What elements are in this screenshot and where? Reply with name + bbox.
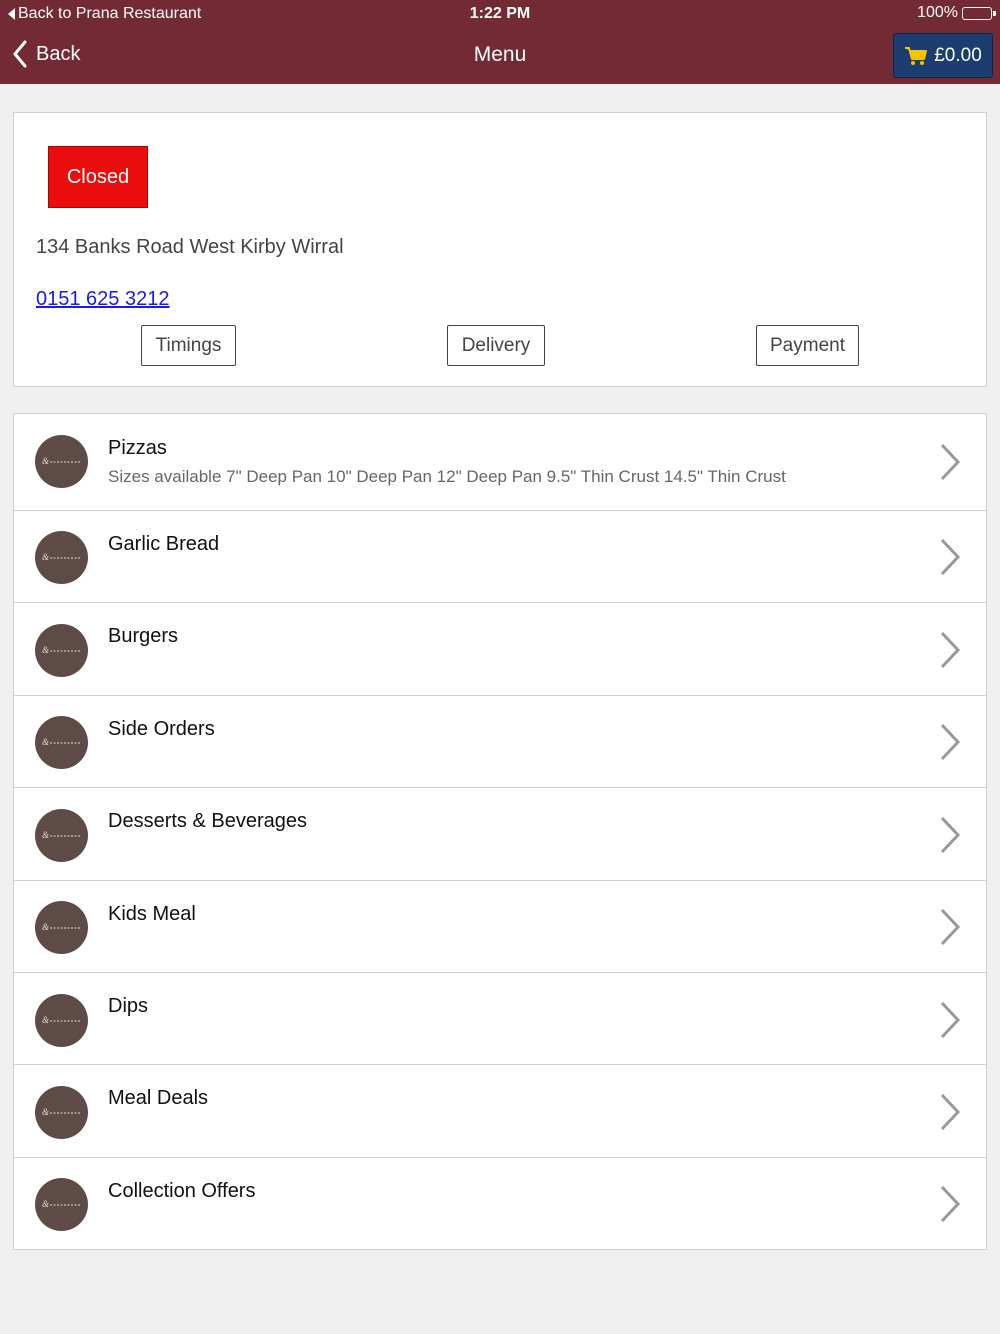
chevron-right-icon xyxy=(940,1093,961,1131)
category-item-garlic-bread[interactable]: & Garlic Bread xyxy=(14,511,986,603)
chevron-right-icon xyxy=(940,816,961,854)
category-item-desserts-beverages[interactable]: & Desserts & Beverages xyxy=(14,788,986,881)
category-title: Dips xyxy=(108,995,149,1017)
restaurant-address: 134 Banks Road West Kirby Wirral xyxy=(36,236,344,258)
battery-percent: 100% xyxy=(917,4,958,21)
category-logo: & xyxy=(35,624,88,677)
nav-bar: Back Menu £0.00 xyxy=(0,28,1000,84)
category-logo: & xyxy=(35,716,88,769)
cart-icon xyxy=(905,46,928,65)
category-logo: & xyxy=(35,531,88,584)
svg-text:&: & xyxy=(42,552,49,562)
page-title: Menu xyxy=(473,43,527,66)
timings-button[interactable]: Timings xyxy=(141,325,236,366)
svg-text:&: & xyxy=(42,645,49,655)
category-logo: & xyxy=(35,435,88,488)
status-bar: Back to Prana Restaurant 1:22 PM 100% xyxy=(0,0,1000,28)
category-title: Burgers xyxy=(108,625,179,647)
chevron-right-icon xyxy=(940,1185,961,1223)
status-time: 1:22 PM xyxy=(469,5,531,22)
category-title: Garlic Bread xyxy=(108,533,220,555)
category-title: Kids Meal xyxy=(108,903,196,925)
phone-link[interactable]: 0151 625 3212 xyxy=(36,288,169,311)
category-item-collection-offers[interactable]: & Collection Offers xyxy=(14,1158,986,1249)
category-item-dips[interactable]: & Dips xyxy=(14,973,986,1065)
svg-text:&: & xyxy=(42,830,49,840)
chevron-right-icon xyxy=(940,908,961,946)
chevron-right-icon xyxy=(940,723,961,761)
category-item-meal-deals[interactable]: & Meal Deals xyxy=(14,1065,986,1158)
cart-button[interactable]: £0.00 xyxy=(893,33,993,78)
chevron-right-icon xyxy=(940,538,961,576)
category-subtitle: Sizes available 7" Deep Pan 10" Deep Pan… xyxy=(108,467,786,486)
chevron-right-icon xyxy=(940,631,961,669)
cart-total: £0.00 xyxy=(934,44,982,66)
category-logo: & xyxy=(35,994,88,1047)
category-item-burgers[interactable]: & Burgers xyxy=(14,603,986,696)
category-logo: & xyxy=(35,901,88,954)
top-bar: Back to Prana Restaurant 1:22 PM 100% Ba… xyxy=(0,0,1000,84)
category-item-pizzas[interactable]: & Pizzas Sizes available 7" Deep Pan 10"… xyxy=(14,414,986,511)
svg-text:&: & xyxy=(42,737,49,747)
category-logo: & xyxy=(35,1086,88,1139)
battery-indicator: 100% xyxy=(917,4,996,22)
svg-text:&: & xyxy=(42,1107,49,1117)
category-item-side-orders[interactable]: & Side Orders xyxy=(14,696,986,788)
restaurant-info-card: Closed 134 Banks Road West Kirby Wirral … xyxy=(13,112,987,387)
svg-text:&: & xyxy=(42,1199,49,1209)
delivery-button[interactable]: Delivery xyxy=(447,325,545,366)
category-logo: & xyxy=(35,809,88,862)
chevron-right-icon xyxy=(940,1001,961,1039)
category-item-kids-meal[interactable]: & Kids Meal xyxy=(14,881,986,973)
category-title: Pizzas xyxy=(108,437,167,459)
svg-text:&: & xyxy=(42,922,49,932)
category-title: Desserts & Beverages xyxy=(108,810,307,832)
chevron-right-icon xyxy=(940,443,961,481)
battery-icon xyxy=(962,6,996,20)
category-title: Side Orders xyxy=(108,718,215,740)
category-logo: & xyxy=(35,1178,88,1231)
category-title: Meal Deals xyxy=(108,1087,209,1109)
svg-text:&: & xyxy=(42,456,49,466)
payment-button[interactable]: Payment xyxy=(756,325,859,366)
category-title: Collection Offers xyxy=(108,1180,256,1202)
status-badge: Closed xyxy=(48,146,148,208)
menu-category-list: & Pizzas Sizes available 7" Deep Pan 10"… xyxy=(13,413,987,1250)
svg-text:&: & xyxy=(42,1015,49,1025)
